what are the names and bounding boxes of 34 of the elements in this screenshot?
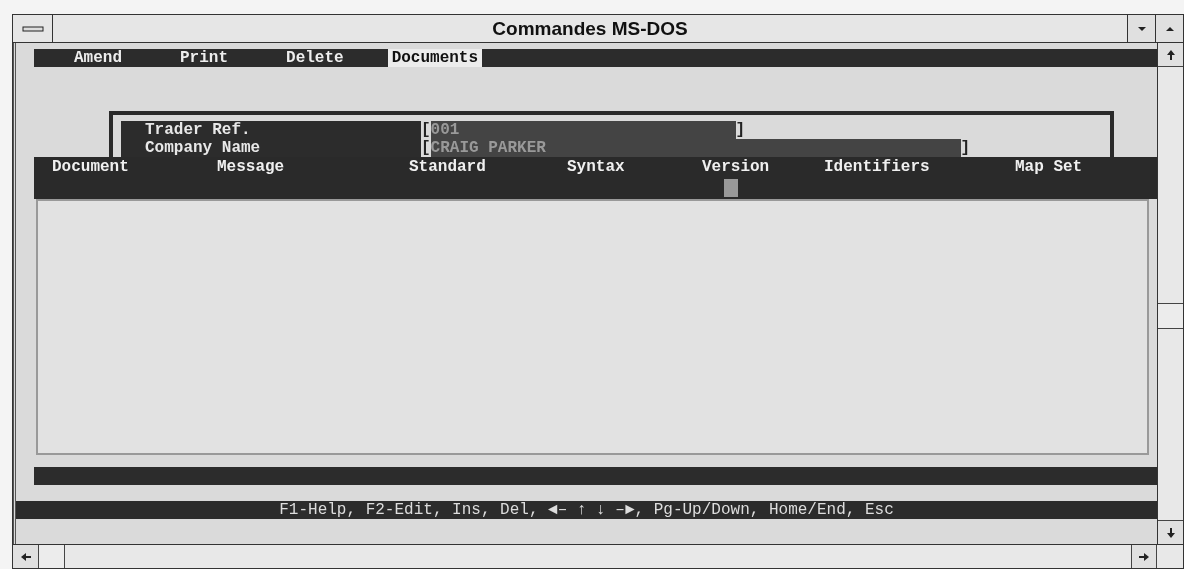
column-header: Version: [702, 157, 771, 177]
maximize-button[interactable]: [1155, 15, 1183, 42]
column-header: Identifiers: [824, 157, 931, 177]
up-triangle-icon: [1164, 25, 1175, 32]
minimize-button[interactable]: [1127, 15, 1155, 42]
scroll-right-button[interactable]: [1131, 545, 1157, 568]
bracket: ]: [960, 139, 971, 157]
up-arrow-icon: [1165, 48, 1176, 61]
scroll-up-button[interactable]: [1158, 43, 1183, 67]
scroll-left-button[interactable]: [13, 545, 39, 568]
right-arrow-icon: [1138, 551, 1150, 562]
window-title: Commandes MS-DOS: [491, 17, 689, 41]
left-arrow-icon: [19, 551, 32, 562]
column-header: Message: [217, 157, 286, 177]
menu-item[interactable]: Delete: [246, 49, 362, 67]
field-label: Company Name: [121, 139, 421, 157]
menu-item[interactable]: Amend: [34, 49, 140, 67]
column-header: Document: [52, 157, 130, 177]
bracket: [: [421, 121, 431, 139]
bar-icon: [21, 25, 44, 32]
scroll-down-button[interactable]: [1158, 520, 1183, 544]
bracket: [: [421, 139, 431, 157]
down-triangle-icon: [1136, 25, 1147, 32]
horizontal-scroll-thumb[interactable]: [39, 545, 65, 568]
column-header: Standard: [409, 157, 487, 177]
menu-item[interactable]: Print: [140, 49, 247, 67]
menu-item[interactable]: Documents: [387, 49, 483, 67]
text-cursor: [724, 179, 738, 197]
down-arrow-icon: [1165, 526, 1176, 539]
column-header: Syntax: [567, 157, 626, 177]
bracket: ]: [735, 121, 746, 139]
field-label: Trader Ref.: [121, 121, 421, 139]
scroll-thumb[interactable]: [1158, 303, 1183, 329]
column-header: Map Set: [1015, 157, 1084, 177]
